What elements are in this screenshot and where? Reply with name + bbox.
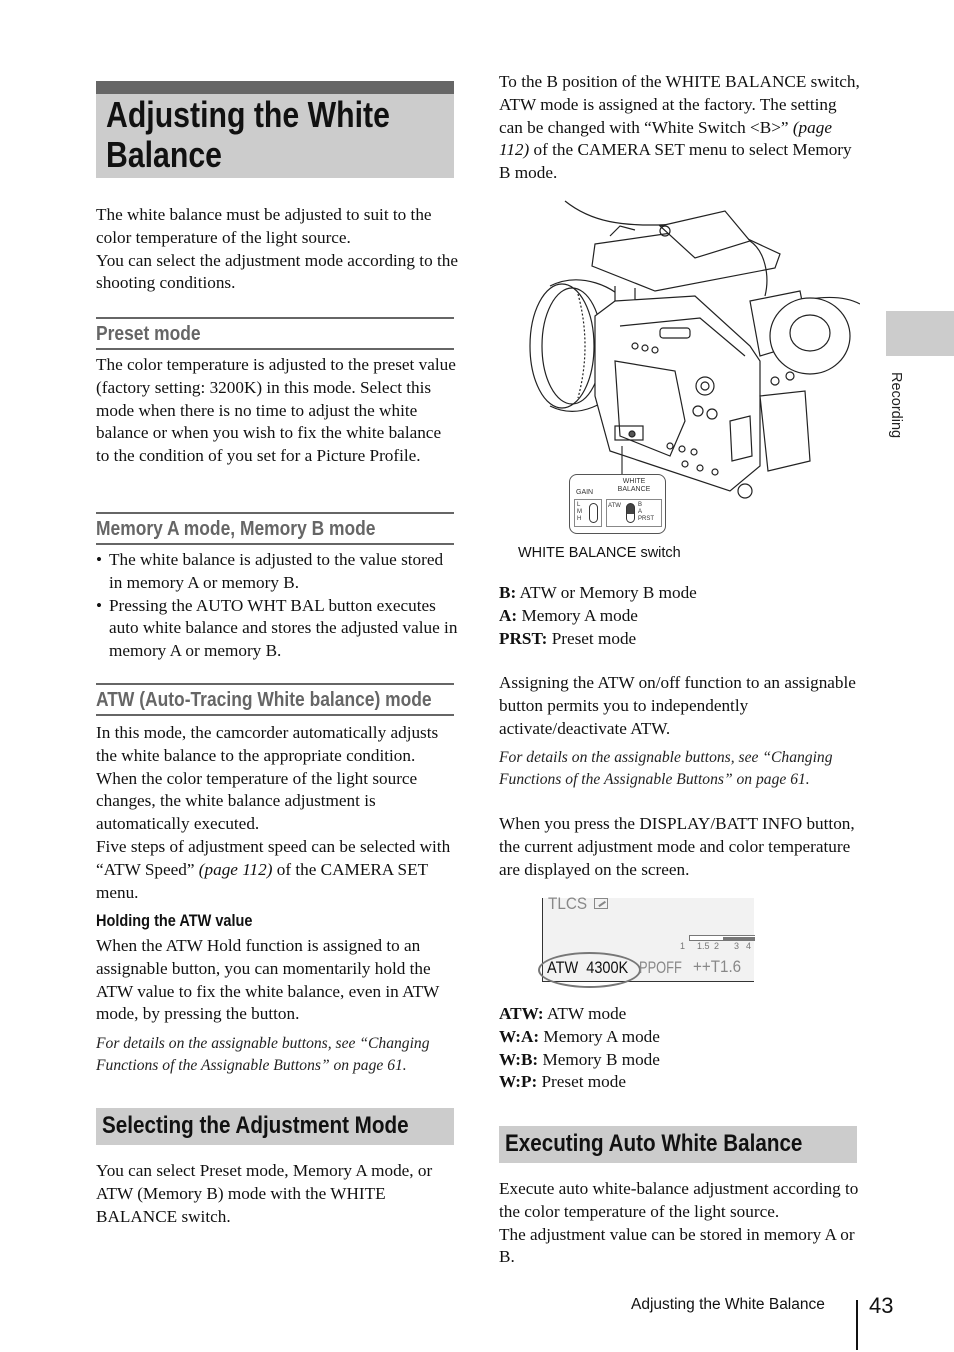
memory-mode-list: The white balance is adjusted to the val… xyxy=(96,549,458,663)
title-top-bar xyxy=(96,81,454,94)
footer-divider xyxy=(856,1300,858,1350)
tick-label: 2 xyxy=(714,941,720,951)
atw-description: In this mode, the camcorder automaticall… xyxy=(96,723,439,834)
display-mode-legend: ATW: ATW mode W:A: Memory A mode W:B: Me… xyxy=(499,1003,861,1094)
white-balance-label: WHITE BALANCE xyxy=(617,478,651,493)
atw-mode-heading-text: ATW (Auto-Tracing White balance) mode xyxy=(96,688,432,711)
holding-atw-text: When the ATW Hold function is assigned t… xyxy=(96,936,440,1024)
legend-item: W:B: Memory B mode xyxy=(499,1049,660,1069)
assignable-buttons-note: For details on the assignable buttons, s… xyxy=(96,1035,430,1074)
strap-line xyxy=(564,200,681,226)
executing-awb-heading: Executing Auto White Balance xyxy=(499,1126,857,1163)
selecting-mode-text: You can select Preset mode, Memory A mod… xyxy=(96,1161,433,1226)
gain-switch[interactable]: L M H xyxy=(574,499,602,527)
memory-mode-heading: Memory A mode, Memory B mode xyxy=(96,512,454,545)
eyecup xyxy=(769,297,851,375)
footer-section-title: Adjusting the White Balance xyxy=(631,1296,825,1313)
page-title-block: Adjusting the White Balance xyxy=(96,81,454,178)
highlight-oval xyxy=(538,952,641,988)
executing-awb-heading-text: Executing Auto White Balance xyxy=(505,1130,803,1157)
legend-item: B: ATW or Memory B mode xyxy=(499,583,697,602)
tick-label: 1 xyxy=(680,941,686,951)
section-tab xyxy=(886,311,954,356)
selecting-mode-heading: Selecting the Adjustment Mode xyxy=(96,1108,454,1145)
atw-mode-heading: ATW (Auto-Tracing White balance) mode xyxy=(96,683,454,716)
display-info-text: When you press the DISPLAY/BATT INFO but… xyxy=(499,814,855,879)
gain-label: GAIN xyxy=(576,489,594,496)
atw-speed-text: Five steps of adjustment speed can be se… xyxy=(96,836,451,902)
holding-atw-heading: Holding the ATW value xyxy=(96,912,253,930)
tlcs-icon xyxy=(594,898,608,909)
factory-setting-text: To the B position of the WHITE BALANCE s… xyxy=(499,72,860,183)
page-reference[interactable]: (page 112) xyxy=(199,860,273,879)
viewfinder-display-illustration: TLCS 1 1.5 2 3 4 ATW 4300K PPOFF ++T1.6 xyxy=(538,894,755,988)
battery xyxy=(759,390,811,472)
switch-panel-callout: GAIN WHITE BALANCE L M H ATW B A PRST xyxy=(569,474,666,534)
executing-awb-text: Execute auto white-balance adjustment ac… xyxy=(499,1179,859,1267)
tick-label: 4 xyxy=(746,941,752,951)
intro-line-2: You can select the adjustment mode accor… xyxy=(96,250,458,293)
figure-caption: WHITE BALANCE switch xyxy=(518,545,681,561)
legend-item: PRST: Preset mode xyxy=(499,628,637,648)
preset-mode-heading: Preset mode xyxy=(96,317,454,350)
tick-label: 1.5 xyxy=(697,941,710,951)
gain-switch-knob xyxy=(589,503,598,523)
section-tab-label: Recording xyxy=(888,372,904,439)
assign-atw-text: Assigning the ATW on/off function to an … xyxy=(499,673,856,738)
intro-paragraph: The white balance must be adjusted to su… xyxy=(96,204,458,295)
memory-mode-heading-text: Memory A mode, Memory B mode xyxy=(96,517,376,540)
list-item: Pressing the AUTO WHT BAL button execute… xyxy=(96,595,458,663)
switch-position-legend: B: ATW or Memory B mode A: Memory A mode… xyxy=(499,582,861,650)
legend-item: A: Memory A mode xyxy=(499,605,638,625)
atw-mode-text: In this mode, the camcorder automaticall… xyxy=(96,722,458,904)
assignable-buttons-note-right: For details on the assignable buttons, s… xyxy=(499,749,833,788)
white-balance-switch[interactable]: ATW B A PRST xyxy=(606,499,662,527)
preset-mode-text: The color temperature is adjusted to the… xyxy=(96,355,456,466)
selecting-mode-heading-text: Selecting the Adjustment Mode xyxy=(102,1112,409,1139)
white-balance-switch-knob xyxy=(626,503,635,523)
tlcs-indicator: TLCS xyxy=(548,894,588,913)
preset-mode-heading-text: Preset mode xyxy=(96,322,201,345)
legend-item: W:P: Preset mode xyxy=(499,1072,626,1092)
intro-line-1: The white balance must be adjusted to su… xyxy=(96,205,432,247)
legend-item: ATW: ATW mode xyxy=(499,1004,627,1023)
tick-label: 3 xyxy=(734,941,740,951)
exposure-bar-fill xyxy=(722,937,755,940)
picture-profile-indicator: PPOFF xyxy=(639,959,682,977)
list-item: The white balance is adjusted to the val… xyxy=(96,549,458,595)
legend-item: W:A: Memory A mode xyxy=(499,1026,660,1046)
page-number: 43 xyxy=(869,1293,894,1318)
iris-value: ++T1.6 xyxy=(693,958,742,976)
page-title: Adjusting the White Balance xyxy=(106,94,390,175)
